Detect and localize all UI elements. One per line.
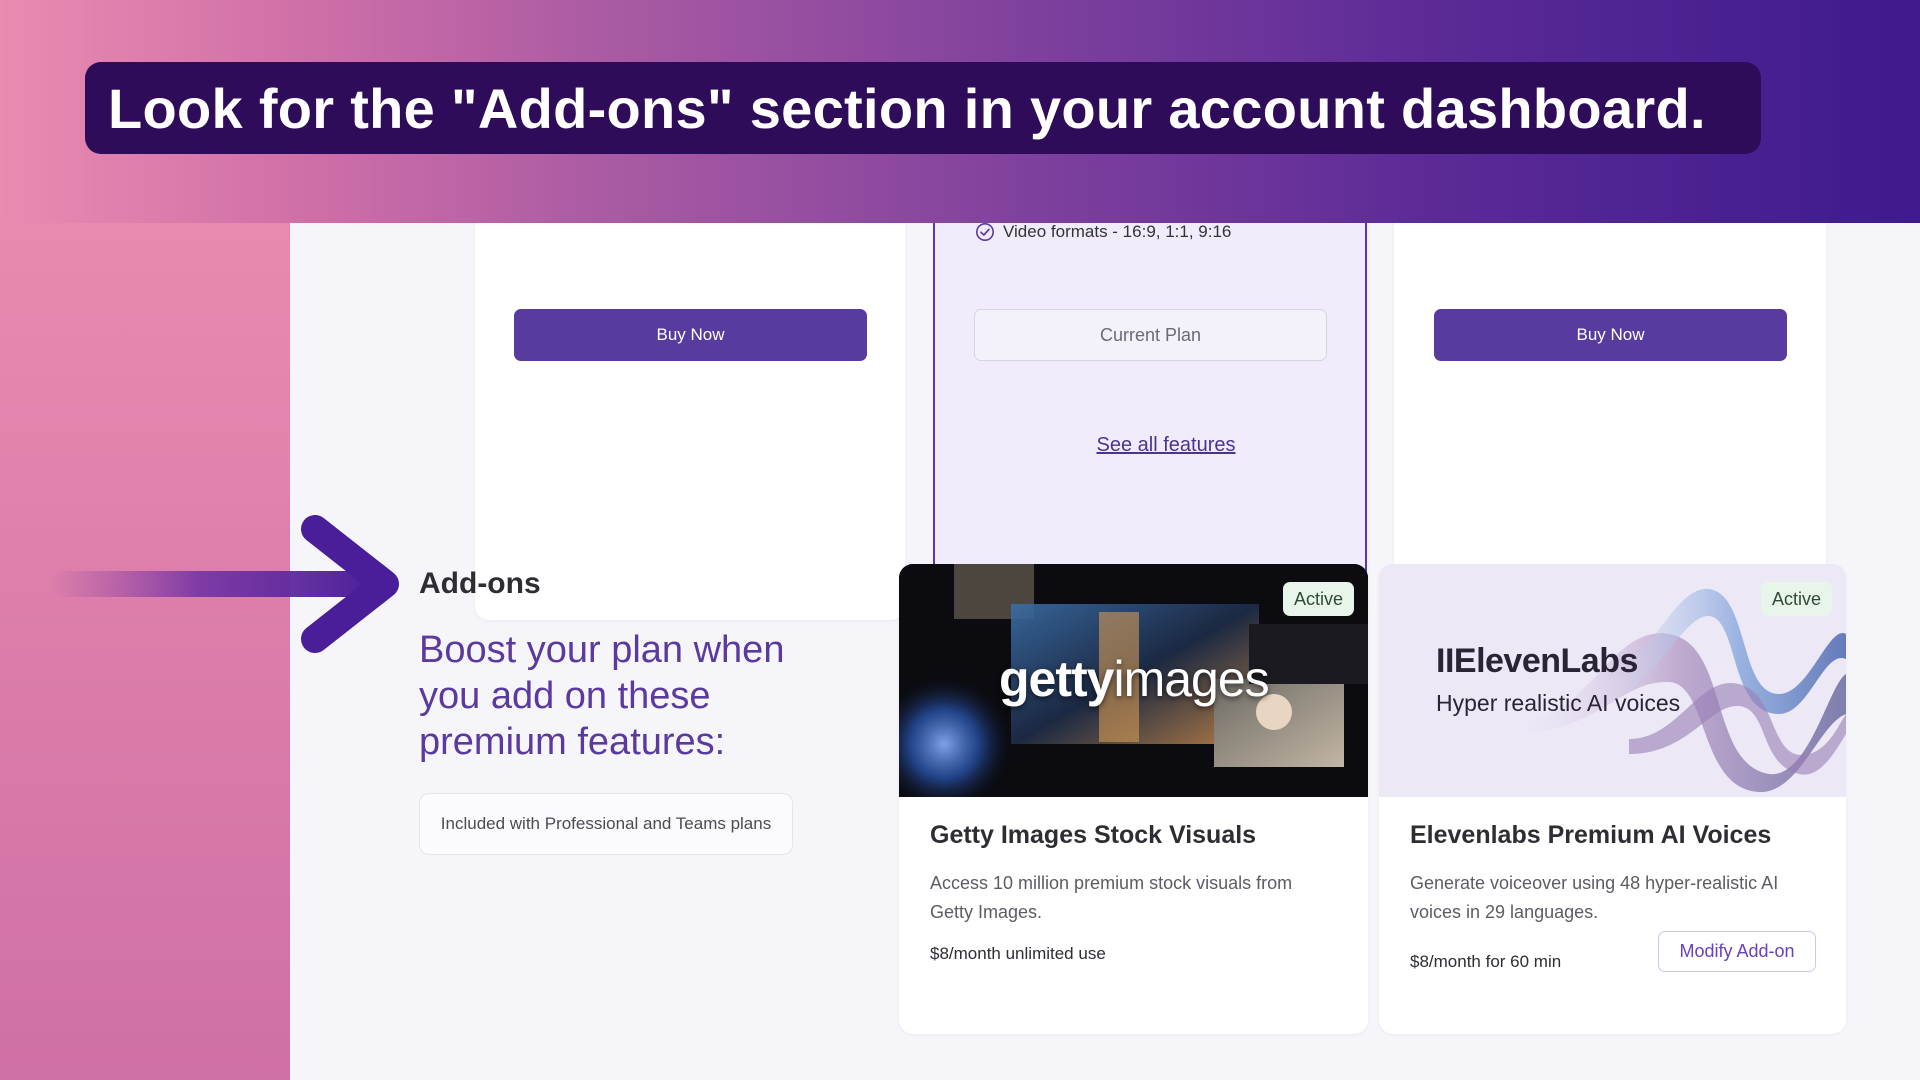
addon-price: $8/month unlimited use (930, 944, 1106, 963)
plan-card-current (933, 223, 1367, 621)
pointer-arrow-icon (50, 515, 399, 653)
dashboard-panel: Video formats - 16:9, 1:1, 9:16 Buy Now … (290, 223, 1920, 1080)
modify-addon-button[interactable]: Modify Add-on (1658, 931, 1816, 972)
included-note: Included with Professional and Teams pla… (419, 793, 793, 855)
buy-now-button-right[interactable]: Buy Now (1434, 309, 1787, 361)
feature-row: Video formats - 16:9, 1:1, 9:16 (975, 223, 1231, 241)
addon-card-elevenlabs[interactable]: IIElevenLabs Hyper realistic AI voices A… (1379, 564, 1846, 1034)
caption-text: Look for the "Add-ons" section in your a… (108, 76, 1706, 140)
addons-headline: Boost your plan when you add on these pr… (419, 629, 785, 763)
addon-description: Generate voiceover using 48 hyper-realis… (1410, 873, 1779, 922)
addon-card-getty[interactable]: gettyimages Active Getty Images Stock Vi… (899, 564, 1368, 1034)
current-plan-button[interactable]: Current Plan (974, 309, 1327, 361)
plan-card-left (475, 223, 905, 620)
elevenlabs-thumbnail: IIElevenLabs Hyper realistic AI voices A… (1379, 564, 1846, 797)
getty-wordmark: gettyimages (999, 651, 1270, 707)
active-badge: Active (1282, 582, 1354, 616)
plan-card-right (1394, 223, 1826, 620)
buy-now-button-left[interactable]: Buy Now (514, 309, 867, 361)
elevenlabs-logo: IIElevenLabs (1436, 642, 1638, 680)
addon-price: $8/month for 60 min (1410, 952, 1562, 971)
feature-text: Video formats - 16:9, 1:1, 9:16 (1003, 223, 1232, 241)
addon-description: Access 10 million premium stock visuals … (930, 873, 1293, 922)
see-all-features-link[interactable]: See all features (1081, 434, 1251, 457)
active-badge: Active (1760, 582, 1832, 616)
addon-title: Elevenlabs Premium AI Voices (1410, 821, 1772, 849)
addon-title: Getty Images Stock Visuals (930, 821, 1257, 849)
addons-section-title: Add-ons (419, 567, 541, 600)
getty-thumbnail: gettyimages Active (899, 564, 1368, 797)
check-circle-icon (976, 223, 994, 241)
elevenlabs-tagline: Hyper realistic AI voices (1436, 690, 1681, 716)
instruction-caption: Look for the "Add-ons" section in your a… (85, 62, 1761, 154)
